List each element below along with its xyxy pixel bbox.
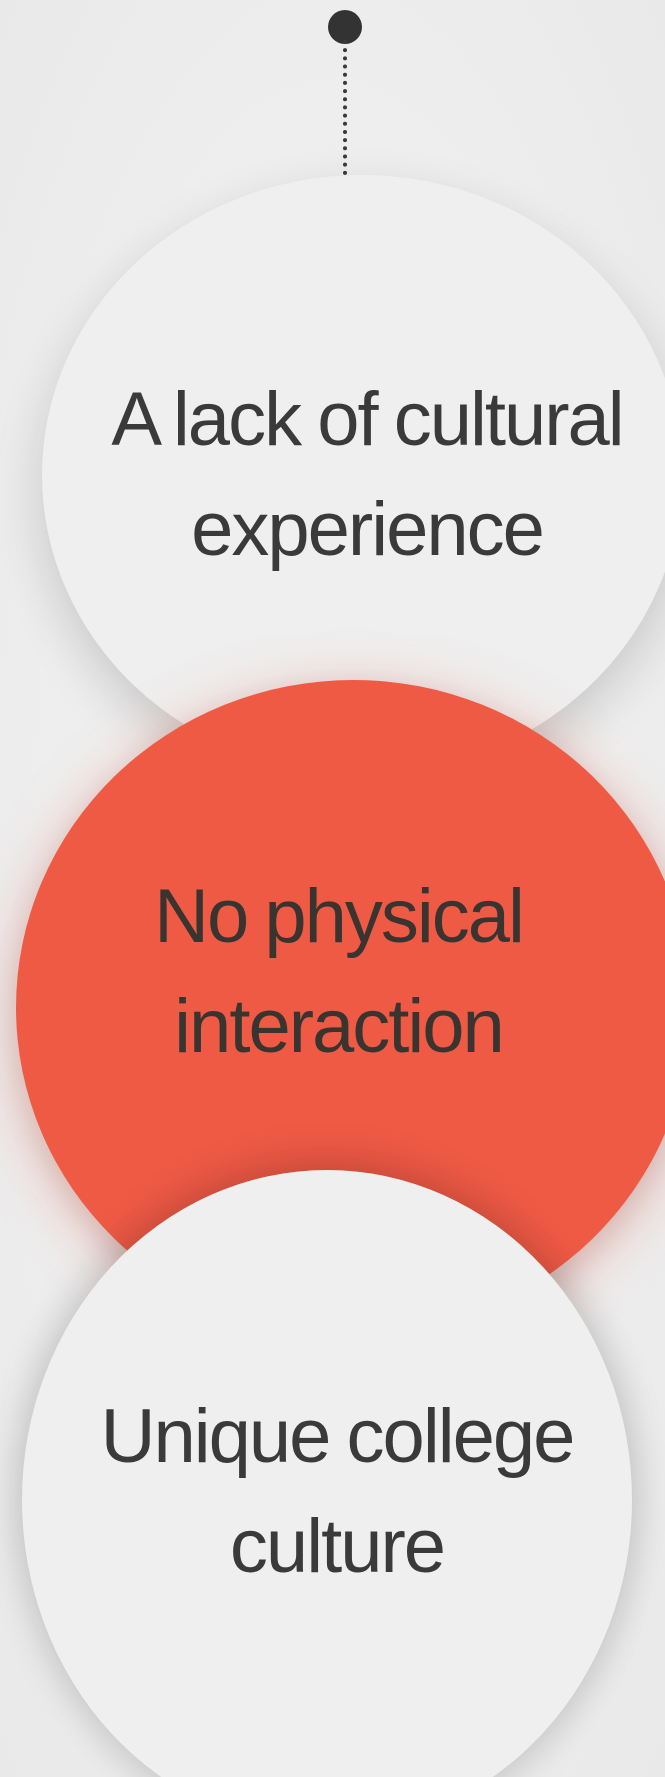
connector-dotted-line <box>343 40 347 175</box>
circle-node-label: No physical interaction <box>154 862 525 1082</box>
circle-node-label-line-1: Unique college <box>100 1394 576 1479</box>
circle-node-label-line-2: experience <box>191 487 545 572</box>
circle-node-label: Unique college culture <box>81 1382 576 1602</box>
circle-node-label-line-1: A lack of cultural <box>111 377 624 462</box>
circle-node-label-line-2: culture <box>229 1504 446 1589</box>
circle-node-label: A lack of cultural experience <box>101 365 624 585</box>
circle-node-label-line-1: No physical <box>154 874 525 959</box>
diagram-canvas: A lack of cultural experience No physica… <box>0 0 665 1777</box>
circle-node-label-line-2: interaction <box>174 984 505 1069</box>
connector-dot-icon <box>328 10 362 44</box>
